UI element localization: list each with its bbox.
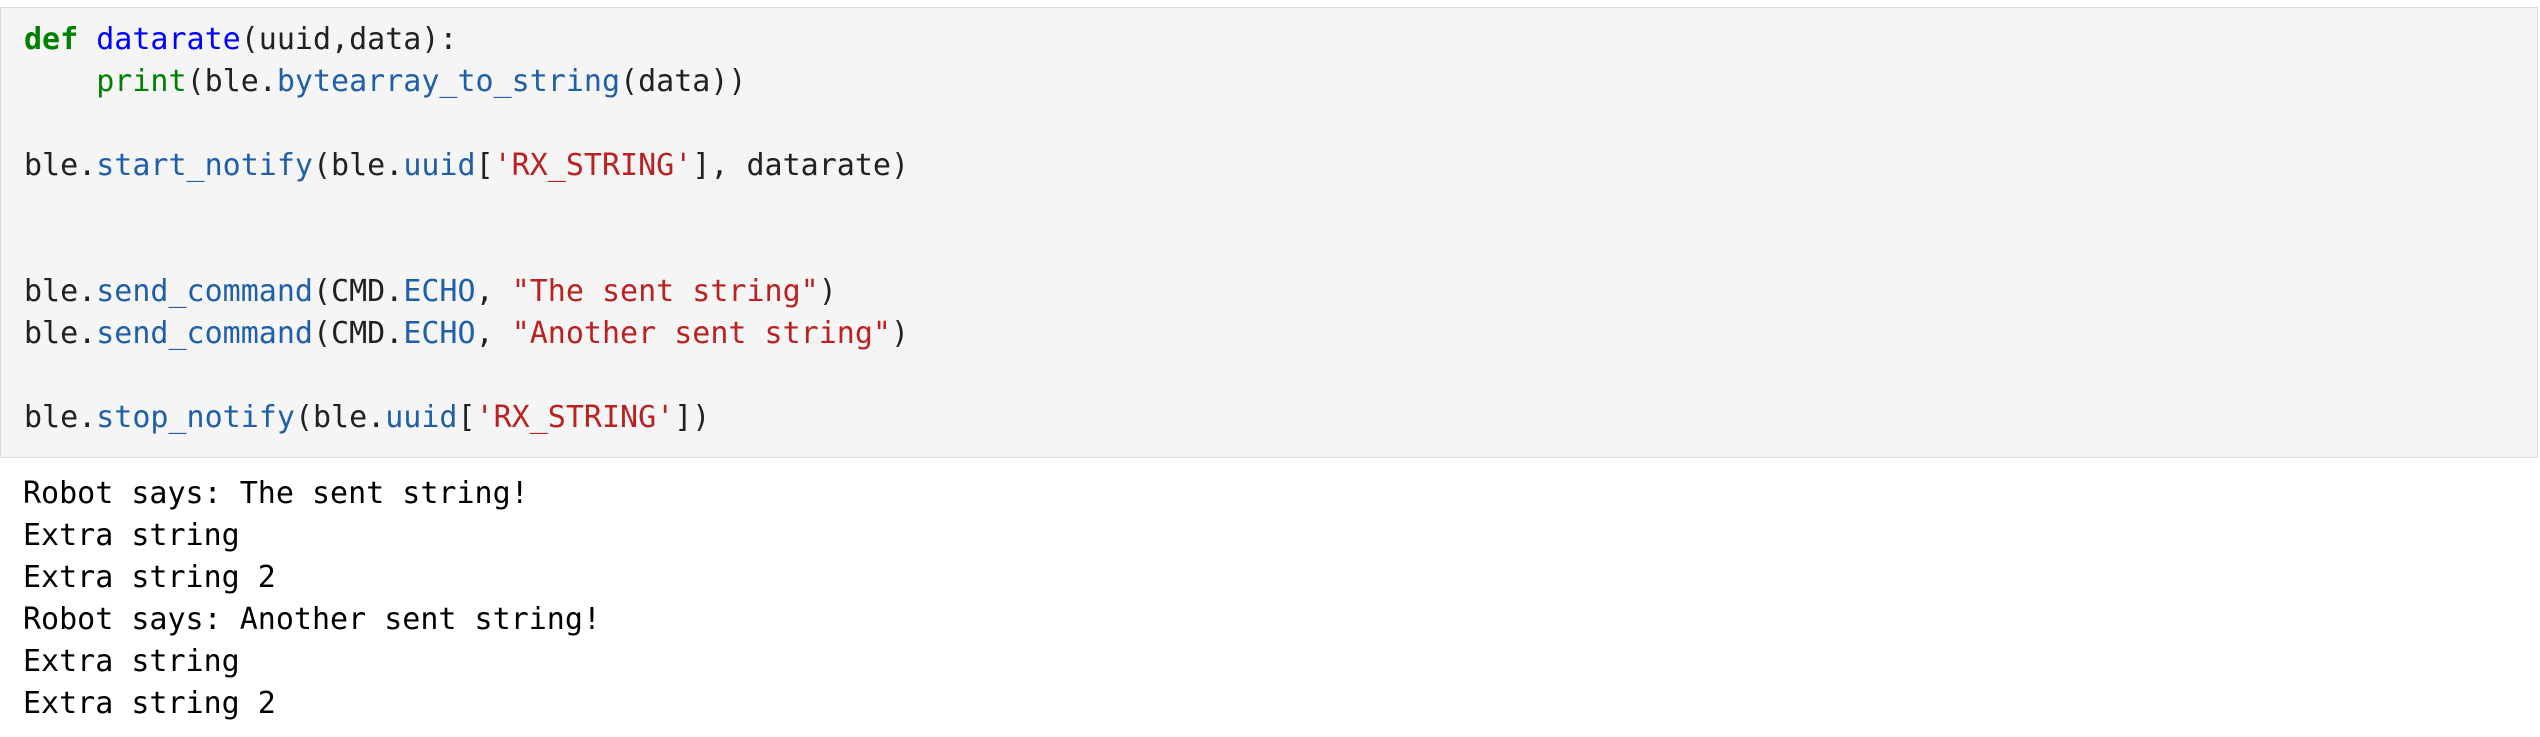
cell-output: Robot says: The sent string! Extra string… [0,466,2540,737]
code-token-str: "Another sent string" [511,316,891,351]
code-token-plain: (ble. [294,400,386,435]
code-token-attr: stop_notify [96,400,295,435]
output-line: Extra string 2 [23,686,276,721]
code-token-kw: def [24,22,79,57]
output-line: Robot says: Another sent string! [23,602,601,637]
code-token-plain: (CMD. [313,316,404,351]
code-token-plain: (data)) [620,64,747,99]
code-token-attr: uuid [385,400,458,435]
code-line: ble.stop_notify(ble.uuid['RX_STRING']) [24,397,710,439]
output-line: Robot says: The sent string! [23,476,529,511]
code-token-plain: [ [475,148,494,183]
code-token-attr: start_notify [96,148,313,183]
code-token-bi: print [96,64,187,99]
code-token-attr: send_command [96,274,313,309]
code-token-plain: (CMD. [313,274,404,309]
code-token-plain: (uuid,data): [240,22,458,57]
code-token-attr: ECHO [403,274,476,309]
code-token-str: 'RX_STRING' [493,148,693,183]
code-token-plain: ble. [24,400,97,435]
output-line: Extra string [23,644,240,679]
code-cell[interactable]: def datarate(uuid,data): print(ble.bytea… [0,7,2538,458]
code-token-attr: ECHO [403,316,476,351]
code-token-attr: uuid [403,148,476,183]
code-token-plain: ) [818,274,837,309]
code-token-plain: ) [890,316,910,351]
code-token-plain: ble. [24,316,97,351]
code-token-attr: bytearray_to_string [276,64,621,99]
code-token-attr: send_command [96,316,313,351]
code-token-str: "The sent string" [511,274,819,309]
code-line: ble.send_command(CMD.ECHO, "The sent str… [24,271,837,313]
output-line: Extra string 2 [23,560,276,595]
code-token-plain: (ble. [313,148,404,183]
code-line: print(ble.bytearray_to_string(data)) [24,61,746,103]
code-token-plain: , [475,274,512,309]
output-line: Extra string [23,518,240,553]
code-line: ble.send_command(CMD.ECHO, "Another sent… [24,313,909,355]
code-token-plain: , [475,316,512,351]
code-line: def datarate(uuid,data): [24,19,458,61]
code-line: ble.start_notify(ble.uuid['RX_STRING'], … [24,145,909,187]
code-token-plain: (ble. [186,64,277,99]
code-token-plain: ], datarate) [692,148,910,183]
code-token-plain: ]) [674,400,711,435]
code-token-plain: ble. [24,148,97,183]
code-token-str: 'RX_STRING' [475,400,675,435]
code-token-plain: ble. [24,274,97,309]
code-token-fn: datarate [96,22,241,57]
code-token-plain: [ [457,400,476,435]
